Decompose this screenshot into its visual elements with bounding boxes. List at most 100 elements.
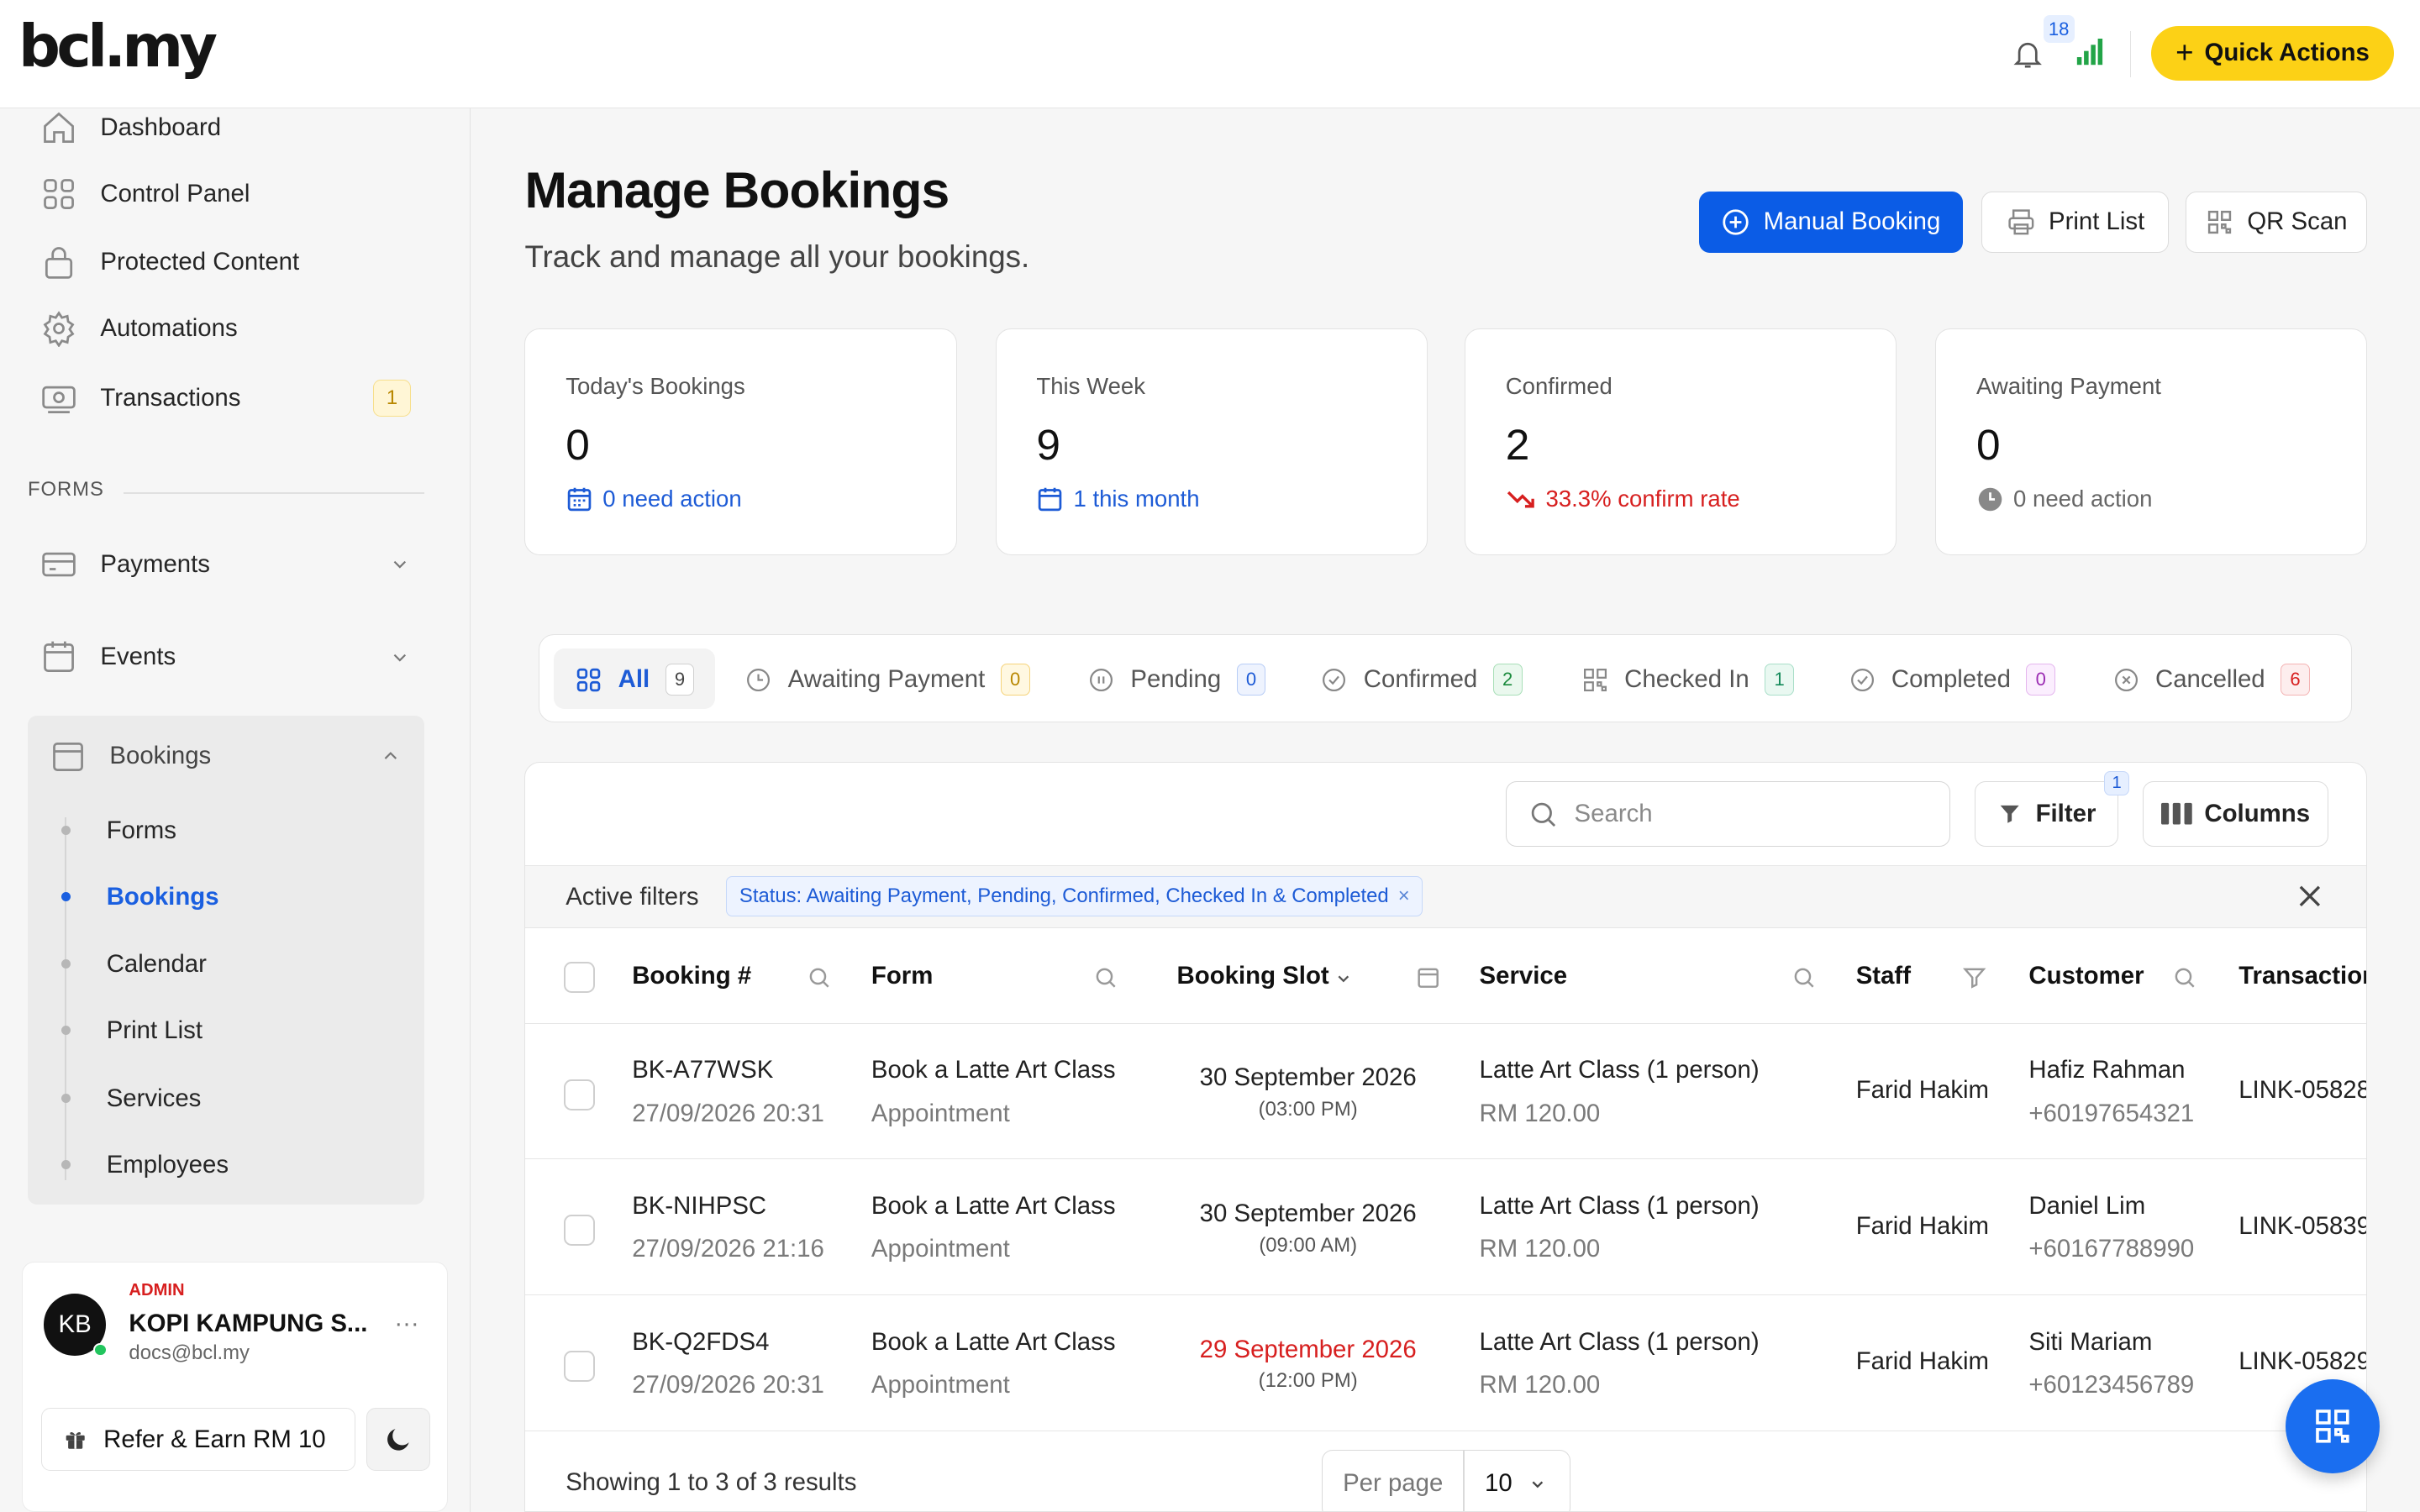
plus-circle-icon	[1723, 209, 1749, 235]
sidebar-subitem-print-list[interactable]: Print List	[107, 1016, 203, 1045]
logo[interactable]: bcl.my	[0, 0, 471, 108]
tab-checked-in[interactable]: Checked In 1	[1581, 655, 1795, 705]
calendar-icon	[43, 642, 74, 673]
tab-confirmed[interactable]: Confirmed 2	[1320, 655, 1523, 705]
booking-id[interactable]: BK-A77WSK	[632, 1056, 773, 1084]
tab-cancelled[interactable]: Cancelled 6	[2112, 655, 2310, 705]
stat-foot-text: 1 this month	[1073, 486, 1200, 512]
stat-value: 0	[566, 419, 590, 469]
service-name: Latte Art Class (1 person)	[1479, 1327, 1760, 1356]
bell-icon[interactable]	[2011, 35, 2044, 72]
sidebar-subitem-employees[interactable]: Employees	[107, 1151, 229, 1179]
search-placeholder: Search	[1574, 799, 1653, 827]
row-checkbox[interactable]	[564, 1215, 596, 1247]
search-input[interactable]: Search	[1505, 781, 1950, 847]
more-menu-button[interactable]: ···	[394, 1310, 418, 1338]
table-row[interactable]: BK-NIHPSC 27/09/2026 21:16 Book a Latte …	[525, 1159, 2367, 1295]
sidebar-item-payments[interactable]: Payments	[40, 537, 411, 592]
close-icon[interactable]	[2299, 885, 2321, 907]
col-transaction[interactable]: Transaction	[2238, 962, 2366, 990]
tab-all[interactable]: All 9	[575, 655, 695, 705]
booking-id[interactable]: BK-Q2FDS4	[632, 1328, 769, 1357]
tab-awaiting-payment[interactable]: Awaiting Payment 0	[744, 655, 1030, 705]
select-all-checkbox[interactable]	[564, 962, 596, 993]
status-filter-chip[interactable]: Status: Awaiting Payment, Pending, Confi…	[726, 876, 1423, 917]
form-type: Appointment	[871, 1235, 1010, 1263]
sidebar-item-protected-content[interactable]: Protected Content	[40, 234, 299, 290]
sidebar-subitem-bookings[interactable]: Bookings	[107, 883, 219, 911]
transaction-id[interactable]: LINK-05839	[2238, 1212, 2366, 1241]
transaction-id[interactable]: LINK-05828	[2238, 1076, 2366, 1105]
sidebar-item-transactions[interactable]: Transactions	[40, 370, 241, 426]
page-title: Manage Bookings	[524, 161, 950, 219]
col-booking-slot[interactable]: Booking Slot	[1177, 962, 1329, 990]
chip-close-icon[interactable]: ×	[1398, 885, 1410, 908]
booking-id[interactable]: BK-NIHPSC	[632, 1192, 766, 1221]
col-form[interactable]: Form	[871, 962, 933, 990]
row-checkbox[interactable]	[564, 1351, 596, 1382]
print-list-button[interactable]: Print List	[1981, 191, 2169, 254]
tab-completed[interactable]: Completed 0	[1849, 655, 2056, 705]
notification-count: 18	[2043, 15, 2075, 44]
stat-label: Awaiting Payment	[1975, 372, 2161, 399]
qr-scan-button[interactable]: QR Scan	[2185, 191, 2368, 254]
qr-scan-fab[interactable]	[2286, 1379, 2381, 1474]
tab-label: All	[618, 665, 650, 694]
sidebar-item-events[interactable]: Events	[40, 629, 411, 685]
row-checkbox[interactable]	[564, 1079, 596, 1110]
search-icon[interactable]	[2172, 965, 2196, 990]
gear-icon	[43, 311, 75, 348]
stat-foot: 0 need action	[1976, 486, 2152, 513]
refer-earn-button[interactable]: Refer & Earn RM 10	[40, 1408, 356, 1472]
sidebar-item-label: Dashboard	[100, 113, 222, 142]
sidebar-subitem-services[interactable]: Services	[107, 1084, 202, 1113]
service-name: Latte Art Class (1 person)	[1479, 1191, 1760, 1220]
per-page-select[interactable]: Per page 10	[1322, 1449, 1570, 1511]
active-filters-label: Active filters	[566, 882, 699, 911]
tab-pending[interactable]: Pending 0	[1087, 655, 1266, 705]
quick-actions-label: Quick Actions	[2204, 39, 2370, 67]
filter-label: Filter	[2035, 799, 2096, 827]
theme-toggle-button[interactable]	[366, 1408, 430, 1472]
sidebar-item-label: Transactions	[100, 383, 241, 412]
stat-foot: 0 need action	[566, 486, 742, 513]
search-icon[interactable]	[807, 965, 831, 990]
sidebar-subitem-forms[interactable]: Forms	[107, 816, 176, 845]
quick-actions-button[interactable]: + Quick Actions	[2151, 26, 2394, 81]
columns-button[interactable]: Columns	[2143, 781, 2328, 847]
booking-created: 27/09/2026 20:31	[632, 1099, 824, 1127]
col-customer[interactable]: Customer	[2028, 962, 2144, 990]
search-icon[interactable]	[1791, 965, 1816, 990]
status-tabs: All 9 Awaiting Payment 0 Pending 0 Confi…	[539, 633, 2353, 722]
signal-icon	[2077, 38, 2103, 66]
sidebar-item-label: Bookings	[109, 741, 212, 769]
table-row[interactable]: BK-A77WSK 27/09/2026 20:31 Book a Latte …	[525, 1024, 2367, 1160]
stat-card-confirmed: Confirmed 2 33.3% confirm rate	[1465, 328, 1897, 556]
sidebar-item-bookings[interactable]: Bookings	[50, 728, 402, 784]
funnel-icon[interactable]	[1962, 965, 1986, 990]
calendar-icon	[52, 742, 83, 771]
form-name: Book a Latte Art Class	[871, 1327, 1116, 1356]
moon-icon	[387, 1429, 409, 1451]
service-price: RM 120.00	[1479, 1099, 1601, 1127]
table-row[interactable]: BK-Q2FDS4 27/09/2026 20:31 Book a Latte …	[525, 1295, 2367, 1431]
col-booking-number[interactable]: Booking #	[632, 962, 751, 990]
chevron-down-icon[interactable]	[1333, 969, 1355, 988]
transaction-id[interactable]: LINK-05829	[2238, 1347, 2366, 1376]
calendar-icon	[567, 487, 592, 511]
booking-created: 27/09/2026 20:31	[632, 1370, 824, 1399]
sidebar-item-dashboard[interactable]: Dashboard	[40, 100, 221, 155]
lock-icon	[45, 247, 72, 279]
col-service[interactable]: Service	[1480, 962, 1568, 990]
filter-button[interactable]: Filter	[1975, 781, 2118, 847]
col-staff[interactable]: Staff	[1856, 962, 1911, 990]
sidebar-item-control-panel[interactable]: Control Panel	[40, 166, 250, 222]
manual-booking-button[interactable]: Manual Booking	[1699, 191, 1964, 254]
sidebar-subitem-calendar[interactable]: Calendar	[107, 950, 207, 979]
search-icon[interactable]	[1093, 965, 1118, 990]
form-name: Book a Latte Art Class	[871, 1191, 1116, 1220]
calendar-icon[interactable]	[1416, 965, 1440, 990]
customer-name: Hafiz Rahman	[2028, 1056, 2186, 1084]
slot-date: 30 September 2026	[1199, 1063, 1417, 1092]
sidebar-item-automations[interactable]: Automations	[40, 301, 238, 356]
